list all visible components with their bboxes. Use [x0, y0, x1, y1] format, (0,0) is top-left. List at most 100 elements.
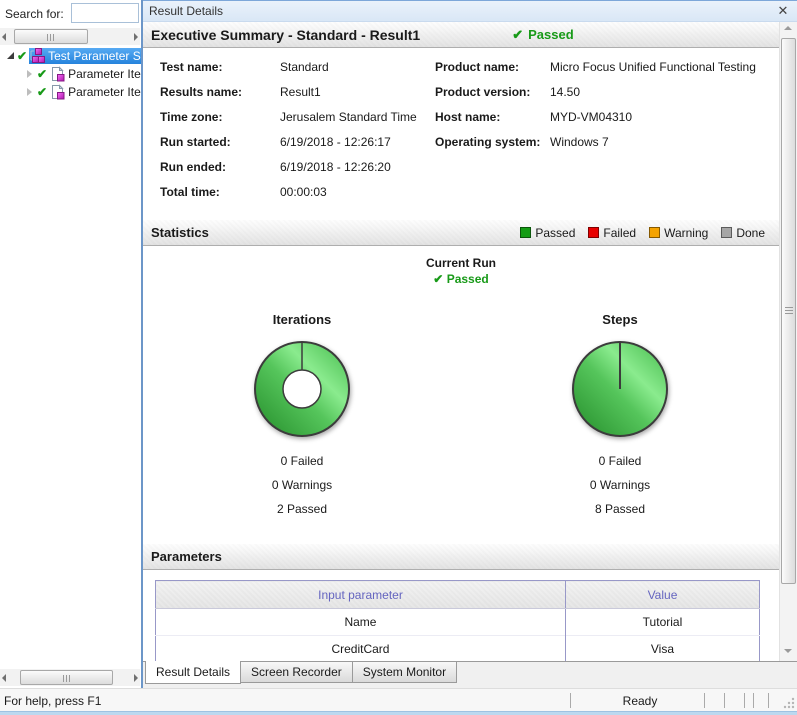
summary-fields-left: Test name: Standard Results name: Result… [160, 60, 417, 199]
param-value-cell: Tutorial [565, 609, 759, 636]
window-bottom-edge [0, 711, 797, 715]
search-label: Search for: [5, 7, 64, 21]
tree-item-parameter-1[interactable]: ✔ Parameter Ite [0, 65, 141, 83]
statusbar-separator [744, 693, 745, 708]
tree-horizontal-scrollbar-bottom[interactable] [0, 669, 140, 686]
summary-status: ✔ Passed [512, 27, 573, 43]
parameter-page-icon [49, 66, 65, 82]
passed-check-icon: ✔ [37, 67, 47, 81]
passed-check-icon: ✔ [512, 27, 523, 43]
statistics-title: Statistics [151, 225, 209, 240]
search-input[interactable] [71, 3, 139, 23]
close-icon[interactable]: ✕ [775, 3, 791, 19]
field-value: MYD-VM04310 [550, 110, 756, 124]
tab-system-monitor[interactable]: System Monitor [352, 662, 457, 683]
tab-screen-recorder[interactable]: Screen Recorder [240, 662, 353, 683]
charts-row: Iterations 0 Failed 0 Warnings 2 Passed … [143, 286, 779, 516]
bottom-tabbar: Result Details Screen Recorder System Mo… [143, 662, 797, 688]
warning-swatch-icon [649, 227, 660, 238]
warnings-count: 0 Warnings [461, 478, 779, 492]
field-label: Product version: [435, 85, 550, 99]
legend-item-done: Done [721, 226, 765, 240]
legend-item-warning: Warning [649, 226, 708, 240]
failed-swatch-icon [588, 227, 599, 238]
failed-count: 0 Failed [143, 454, 461, 468]
executive-summary-title: Executive Summary - Standard - Result1 [151, 27, 420, 43]
scroll-left-icon[interactable] [0, 669, 12, 686]
scroll-up-icon[interactable] [780, 22, 797, 38]
pane-titlebar: Result Details ✕ [143, 0, 797, 22]
statusbar-separator [724, 693, 725, 708]
help-text: For help, press F1 [4, 694, 101, 708]
legend-label: Done [736, 226, 765, 240]
field-label: Total time: [160, 185, 280, 199]
scroll-down-icon[interactable] [780, 643, 797, 659]
passed-check-icon: ✔ [37, 85, 47, 99]
parameters-table: Input parameter Value Name Tutorial Cred… [155, 580, 760, 661]
ready-status: Ready [595, 694, 685, 708]
status-bar: For help, press F1 Ready [0, 688, 797, 711]
summary-fields: Test name: Standard Results name: Result… [143, 48, 779, 220]
parameters-title: Parameters [151, 549, 222, 564]
scrollbar-thumb[interactable] [14, 29, 88, 44]
expander-collapsed-icon[interactable] [27, 88, 32, 96]
chart-title: Steps [461, 312, 779, 327]
tree-horizontal-scrollbar-top[interactable] [0, 28, 140, 45]
tree-item-selected[interactable]: Test Parameter S [29, 48, 141, 64]
report-content: Executive Summary - Standard - Result1 ✔… [143, 22, 779, 661]
table-row: Name Tutorial [156, 609, 760, 636]
iterations-chart: Iterations 0 Failed 0 Warnings 2 Passed [143, 286, 461, 516]
field-label: Host name: [435, 110, 550, 124]
tree-item-parameter-2[interactable]: ✔ Parameter Ite [0, 83, 141, 101]
legend-label: Warning [664, 226, 708, 240]
current-run-label: Current Run [143, 256, 779, 270]
statusbar-separator [704, 693, 705, 708]
param-name-cell: CreditCard [156, 636, 566, 662]
expander-expanded-icon[interactable] [7, 52, 14, 59]
field-label: Run ended: [160, 160, 280, 174]
statusbar-separator [768, 693, 769, 708]
column-header-input-parameter: Input parameter [156, 581, 566, 609]
test-cubes-icon [29, 48, 45, 64]
scrollbar-thumb[interactable] [20, 670, 113, 685]
legend-item-failed: Failed [588, 226, 636, 240]
summary-fields-right: Product name: Micro Focus Unified Functi… [435, 60, 756, 149]
field-label: Run started: [160, 135, 280, 149]
status-passed-label: Passed [447, 272, 489, 286]
field-value: Windows 7 [550, 135, 756, 149]
field-label: Results name: [160, 85, 280, 99]
scroll-right-icon[interactable] [128, 28, 140, 45]
scroll-right-icon[interactable] [128, 669, 140, 686]
field-value: 00:00:03 [280, 185, 417, 199]
iterations-donut-chart [250, 337, 354, 441]
current-run-status: ✔ Passed [143, 272, 779, 286]
field-value: 6/19/2018 - 12:26:20 [280, 160, 417, 174]
column-header-value: Value [565, 581, 759, 609]
statistics-legend: Passed Failed Warning Done [520, 226, 771, 240]
content-vertical-scrollbar[interactable] [779, 22, 797, 661]
legend-item-passed: Passed [520, 226, 575, 240]
passed-check-icon: ✔ [433, 272, 443, 286]
scrollbar-grip [47, 34, 55, 41]
field-value: Result1 [280, 85, 417, 99]
passed-count: 8 Passed [461, 502, 779, 516]
resize-grip-icon[interactable] [782, 696, 795, 709]
statusbar-separator [753, 693, 754, 708]
tab-result-details[interactable]: Result Details [145, 661, 241, 684]
field-label: Test name: [160, 60, 280, 74]
steps-chart: Steps 0 Failed 0 Warnings 8 Passed [461, 286, 779, 516]
param-value-cell: Visa [565, 636, 759, 662]
parameters-header: Parameters [143, 544, 779, 570]
scrollbar-thumb[interactable] [781, 38, 796, 584]
pane-title: Result Details [149, 4, 775, 18]
done-swatch-icon [721, 227, 732, 238]
field-value: Standard [280, 60, 417, 74]
expander-collapsed-icon[interactable] [27, 70, 32, 78]
search-row: Search for: [0, 0, 141, 26]
field-label: Time zone: [160, 110, 280, 124]
tree-item-test-parameter[interactable]: ✔ Test Parameter S [0, 47, 141, 65]
results-tree: ✔ Test Parameter S ✔ [0, 47, 141, 101]
tree-item-label: Parameter Ite [66, 66, 141, 82]
field-value: 6/19/2018 - 12:26:17 [280, 135, 417, 149]
scroll-left-icon[interactable] [0, 28, 12, 45]
